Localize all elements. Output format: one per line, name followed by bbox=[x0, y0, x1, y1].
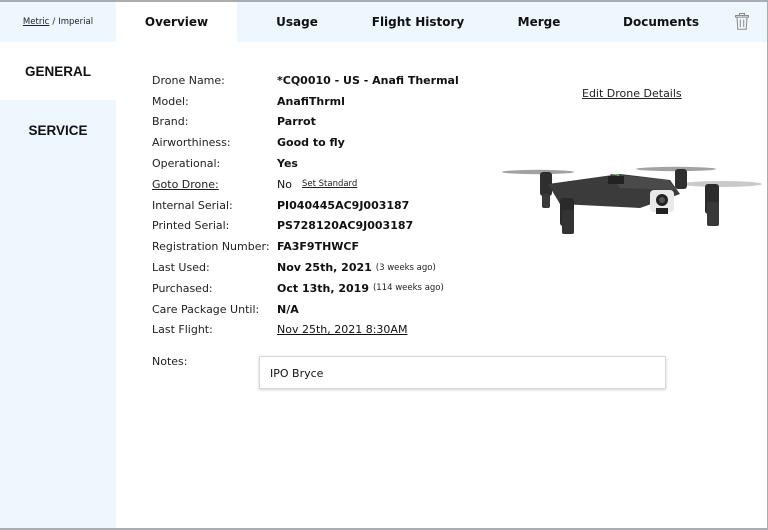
detail-row-last-flight: Last Flight: Nov 25th, 2021 8:30AM bbox=[152, 320, 459, 341]
tab-flight-history[interactable]: Flight History bbox=[357, 2, 479, 42]
purchased-label: Purchased: bbox=[152, 281, 213, 295]
sidebar: GENERAL SERVICE bbox=[0, 42, 116, 528]
last-flight-label: Last Flight: bbox=[152, 323, 213, 337]
model-value: AnafiThrml bbox=[277, 94, 345, 108]
model-label: Model: bbox=[152, 94, 189, 108]
tab-documents[interactable]: Documents bbox=[599, 2, 723, 42]
tab-usage[interactable]: Usage bbox=[237, 2, 357, 42]
drone-photo bbox=[502, 166, 762, 234]
top-nav-bar: Metric / Imperial Overview Usage Flight … bbox=[0, 2, 767, 42]
tab-merge[interactable]: Merge bbox=[479, 2, 599, 42]
purchased-value: Oct 13th, 2019 bbox=[277, 281, 369, 295]
brand-label: Brand: bbox=[152, 115, 189, 129]
unit-toggle: Metric / Imperial bbox=[0, 2, 116, 42]
detail-row-drone-name: Drone Name: *CQ0010 - US - Anafi Thermal bbox=[152, 70, 459, 91]
trash-icon[interactable] bbox=[735, 13, 749, 30]
detail-row-last-used: Last Used: Nov 25th, 2021 (3 weeks ago) bbox=[152, 257, 459, 278]
detail-row-care-package: Care Package Until: N/A bbox=[152, 299, 459, 320]
detail-row-printed-serial: Printed Serial: PS728120AC9J003187 bbox=[152, 216, 459, 237]
goto-drone-link[interactable]: Goto Drone: bbox=[152, 178, 277, 191]
detail-row-operational: Operational: Yes bbox=[152, 153, 459, 174]
detail-row-internal-serial: Internal Serial: PI040445AC9J003187 bbox=[152, 195, 459, 216]
last-used-value: Nov 25th, 2021 bbox=[277, 261, 372, 275]
brand-value: Parrot bbox=[277, 115, 316, 129]
notes-input[interactable]: IPO Bryce bbox=[259, 356, 666, 389]
imperial-link[interactable]: Imperial bbox=[58, 17, 93, 27]
printed-serial-label: Printed Serial: bbox=[152, 219, 230, 233]
sidebar-item-service[interactable]: SERVICE bbox=[0, 100, 116, 160]
internal-serial-value: PI040445AC9J003187 bbox=[277, 198, 410, 212]
last-flight-link[interactable]: Nov 25th, 2021 8:30AM bbox=[277, 323, 407, 336]
unit-separator: / bbox=[52, 17, 56, 27]
registration-number-label: Registration Number: bbox=[152, 240, 270, 254]
notes-label: Notes: bbox=[152, 355, 188, 368]
detail-row-purchased: Purchased: Oct 13th, 2019 (114 weeks ago… bbox=[152, 278, 459, 299]
tab-overview[interactable]: Overview bbox=[116, 2, 237, 42]
drone-details: Drone Name: *CQ0010 - US - Anafi Thermal… bbox=[152, 70, 459, 340]
operational-value: Yes bbox=[277, 157, 298, 171]
detail-row-brand: Brand: Parrot bbox=[152, 112, 459, 133]
drone-name-value: *CQ0010 - US - Anafi Thermal bbox=[277, 73, 459, 87]
care-package-value: N/A bbox=[277, 302, 299, 316]
detail-row-airworthiness: Airworthiness: Good to fly bbox=[152, 132, 459, 153]
detail-row-goto-drone: Goto Drone: No Set Standard bbox=[152, 174, 459, 195]
drone-name-label: Drone Name: bbox=[152, 73, 225, 87]
internal-serial-label: Internal Serial: bbox=[152, 198, 233, 212]
last-used-relative: (3 weeks ago) bbox=[375, 262, 436, 273]
detail-row-registration-number: Registration Number: FA3F9THWCF bbox=[152, 236, 459, 257]
operational-label: Operational: bbox=[152, 157, 221, 171]
airworthiness-label: Airworthiness: bbox=[152, 136, 231, 150]
airworthiness-value: Good to fly bbox=[277, 136, 345, 150]
set-standard-link[interactable]: Set Standard bbox=[302, 179, 357, 189]
sidebar-item-general[interactable]: GENERAL bbox=[0, 42, 116, 100]
registration-number-value: FA3F9THWCF bbox=[277, 240, 360, 254]
last-used-label: Last Used: bbox=[152, 261, 210, 275]
care-package-label: Care Package Until: bbox=[152, 302, 260, 316]
goto-drone-value: No bbox=[277, 177, 292, 191]
metric-link[interactable]: Metric bbox=[23, 17, 49, 27]
detail-row-model: Model: AnafiThrml bbox=[152, 91, 459, 112]
printed-serial-value: PS728120AC9J003187 bbox=[277, 219, 414, 233]
purchased-relative: (114 weeks ago) bbox=[372, 283, 444, 294]
edit-drone-details-link[interactable]: Edit Drone Details bbox=[582, 87, 682, 100]
